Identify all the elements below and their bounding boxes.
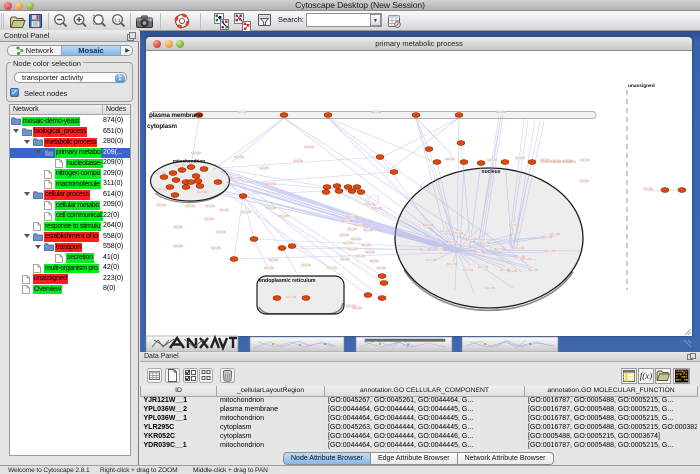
svg-text:S00x0W: S00x0W (515, 156, 525, 160)
svg-text:S00x0W: S00x0W (369, 259, 379, 263)
svg-text:plasma membrane: plasma membrane (149, 112, 203, 119)
svg-text:S00x0W: S00x0W (496, 110, 506, 114)
svg-text:S00x0W: S00x0W (347, 227, 357, 231)
svg-text:S00x0W: S00x0W (365, 250, 375, 254)
svg-text:S00x0W: S00x0W (211, 246, 221, 250)
svg-text:S00x0W: S00x0W (219, 208, 229, 212)
svg-text:S00x0W: S00x0W (435, 247, 445, 251)
svg-text:S00x0W: S00x0W (361, 243, 371, 247)
svg-text:S00x0W: S00x0W (371, 110, 381, 114)
svg-text:S00x0W: S00x0W (268, 258, 278, 262)
svg-text:S00x0W: S00x0W (365, 202, 375, 206)
svg-text:S00x0W: S00x0W (264, 266, 274, 270)
svg-text:S00x0W: S00x0W (173, 244, 183, 248)
svg-text:S00x0W: S00x0W (463, 268, 473, 272)
svg-text:S00x0W: S00x0W (286, 295, 296, 299)
svg-text:S00x0W: S00x0W (175, 163, 185, 167)
svg-text:S00x0W: S00x0W (339, 233, 349, 237)
svg-text:S00x0W: S00x0W (480, 241, 490, 245)
svg-text:S00x0W: S00x0W (363, 228, 373, 232)
svg-text:S00x0W: S00x0W (304, 145, 314, 149)
svg-text:S00x0W: S00x0W (347, 247, 357, 251)
svg-text:S00x0W:S0x00W:S00xW: S00x0W:S0x00W:S00xW (540, 160, 576, 164)
svg-text:S00x0W: S00x0W (231, 176, 241, 180)
svg-text:unassigned: unassigned (628, 83, 655, 89)
svg-text:S00x0W: S00x0W (327, 266, 337, 270)
svg-text:S00x0W: S00x0W (191, 151, 201, 155)
svg-text:S00x0W: S00x0W (237, 110, 247, 114)
svg-text:S00x0W: S00x0W (301, 263, 311, 267)
svg-text:S00x0W: S00x0W (241, 210, 251, 214)
svg-text:S00x0W: S00x0W (474, 250, 484, 254)
svg-text:S00x0W: S00x0W (420, 248, 430, 252)
svg-text:S00x0W: S00x0W (355, 223, 365, 227)
svg-text:S00x0W: S00x0W (643, 187, 653, 191)
svg-text:S00x0W: S00x0W (197, 190, 207, 194)
svg-text:nucleus: nucleus (482, 169, 501, 175)
svg-text:S00x0W: S00x0W (204, 217, 214, 221)
svg-text:S00x0W: S00x0W (528, 268, 538, 272)
svg-text:S00x0W: S00x0W (355, 254, 365, 258)
svg-text:S00x0W: S00x0W (440, 229, 450, 233)
svg-text:S00x0W: S00x0W (453, 231, 463, 235)
svg-text:S00x0W: S00x0W (579, 179, 589, 183)
svg-text:S00x0W: S00x0W (485, 286, 495, 290)
svg-text:S00x0W: S00x0W (423, 223, 433, 227)
svg-text:S00x0W: S00x0W (351, 237, 361, 241)
svg-text:S00x0W: S00x0W (216, 230, 226, 234)
svg-text:S00x0W: S00x0W (426, 258, 436, 262)
svg-text:S00x0W: S00x0W (447, 262, 457, 266)
svg-text:S00x0W: S00x0W (234, 155, 244, 159)
svg-text:S00x0W: S00x0W (266, 182, 276, 186)
svg-text:S00x0W: S00x0W (507, 269, 517, 273)
svg-text:S00x0W: S00x0W (293, 159, 303, 163)
svg-text:S00x0W: S00x0W (346, 304, 356, 308)
svg-text:S00x0W: S00x0W (514, 246, 524, 250)
svg-text:f(x): f(x) (640, 371, 653, 381)
svg-text:S00x0W: S00x0W (580, 158, 590, 162)
svg-text:S00x0W: S00x0W (372, 206, 382, 210)
svg-text:S00x0W: S00x0W (156, 203, 166, 207)
svg-text:S00x0W: S00x0W (347, 215, 357, 219)
svg-text:S00x0W: S00x0W (545, 249, 555, 253)
svg-text:S00x0W: S00x0W (185, 204, 195, 208)
svg-text:cytoplasm: cytoplasm (147, 123, 177, 130)
svg-text:S00x0W: S00x0W (342, 219, 352, 223)
svg-text:S00x0W: S00x0W (445, 157, 455, 161)
svg-text:S00x0W: S00x0W (259, 166, 269, 170)
svg-text:S00x0W: S00x0W (205, 204, 215, 208)
svg-text:S00x0W: S00x0W (343, 241, 353, 245)
svg-text:S00x0W: S00x0W (461, 244, 471, 248)
svg-text:S00x0W: S00x0W (521, 257, 531, 261)
svg-text:S00x0W: S00x0W (340, 257, 350, 261)
svg-text:S00x0W: S00x0W (542, 235, 552, 239)
svg-text:endoplasmic reticulum: endoplasmic reticulum (259, 278, 316, 284)
svg-text:S00x0W: S00x0W (376, 266, 386, 270)
svg-text:S00x0W: S00x0W (495, 247, 505, 251)
svg-text:mitochondrion: mitochondrion (173, 159, 205, 164)
svg-text:S00x0W: S00x0W (487, 158, 497, 162)
svg-text:S00x0W: S00x0W (447, 240, 457, 244)
svg-text:1:1: 1:1 (114, 18, 121, 23)
svg-text:S00x0W: S00x0W (173, 225, 183, 229)
svg-text:S00x0W: S00x0W (279, 214, 289, 218)
svg-text:S00x0W: S00x0W (478, 265, 488, 269)
svg-text:S00x0W: S00x0W (266, 206, 276, 210)
svg-text:S00x0W: S00x0W (509, 223, 519, 227)
svg-text:S00x0W: S00x0W (466, 237, 476, 241)
